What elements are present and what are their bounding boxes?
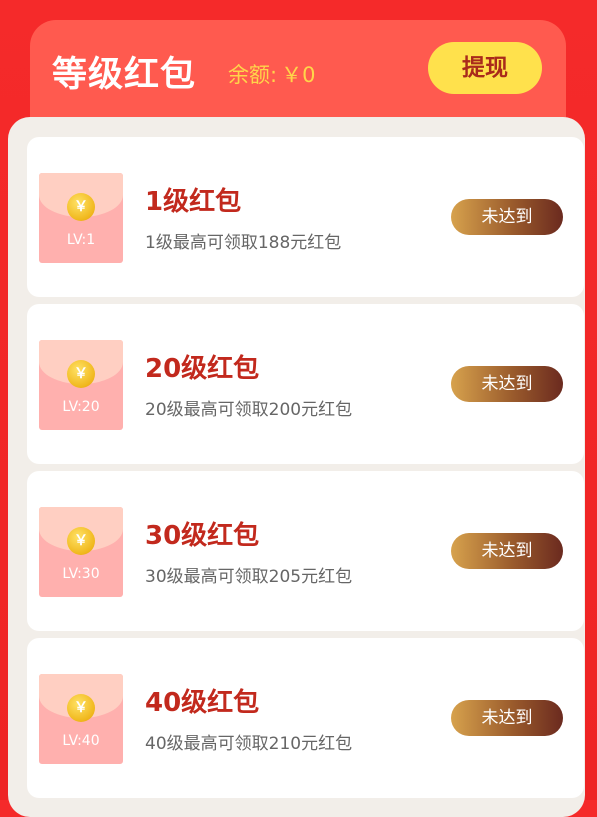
packet-title: 30级红包 [145, 521, 260, 551]
packet-description: 20级最高可领取200元红包 [145, 400, 353, 420]
packet-description: 40级最高可领取210元红包 [145, 734, 353, 754]
list-item: ￥ LV:40 40级红包 40级最高可领取210元红包 未达到 [27, 638, 584, 798]
balance-value: ￥0 [281, 63, 316, 87]
packet-description: 30级最高可领取205元红包 [145, 567, 353, 587]
red-envelope-icon: ￥ LV:30 [39, 507, 123, 597]
coin-icon: ￥ [67, 694, 95, 722]
level-badge: LV:1 [66, 232, 96, 248]
withdraw-button[interactable]: 提现 [428, 42, 542, 94]
not-reached-button[interactable]: 未达到 [451, 533, 563, 569]
not-reached-button[interactable]: 未达到 [451, 199, 563, 235]
coin-icon: ￥ [67, 193, 95, 221]
list-item: ￥ LV:20 20级红包 20级最高可领取200元红包 未达到 [27, 304, 584, 464]
packet-description: 1级最高可领取188元红包 [145, 233, 342, 253]
level-badge: LV:20 [62, 399, 100, 415]
level-badge: LV:30 [62, 566, 100, 582]
balance-display: 余额: ￥0 [228, 59, 315, 89]
packet-title: 20级红包 [145, 354, 260, 384]
level-badge: LV:40 [62, 733, 100, 749]
packet-title: 40级红包 [145, 688, 260, 718]
packet-title: 1级红包 [145, 187, 242, 217]
balance-label: 余额: [228, 63, 278, 87]
list-item: ￥ LV:1 1级红包 1级最高可领取188元红包 未达到 [27, 137, 584, 297]
coin-icon: ￥ [67, 360, 95, 388]
not-reached-button[interactable]: 未达到 [451, 366, 563, 402]
red-envelope-icon: ￥ LV:20 [39, 340, 123, 430]
coin-icon: ￥ [67, 527, 95, 555]
red-packet-list: ￥ LV:1 1级红包 1级最高可领取188元红包 未达到 ￥ LV:20 20… [8, 117, 585, 817]
page-title: 等级红包 [52, 55, 197, 95]
red-envelope-icon: ￥ LV:1 [39, 173, 123, 263]
list-item: ￥ LV:30 30级红包 30级最高可领取205元红包 未达到 [27, 471, 584, 631]
not-reached-button[interactable]: 未达到 [451, 700, 563, 736]
red-envelope-icon: ￥ LV:40 [39, 674, 123, 764]
